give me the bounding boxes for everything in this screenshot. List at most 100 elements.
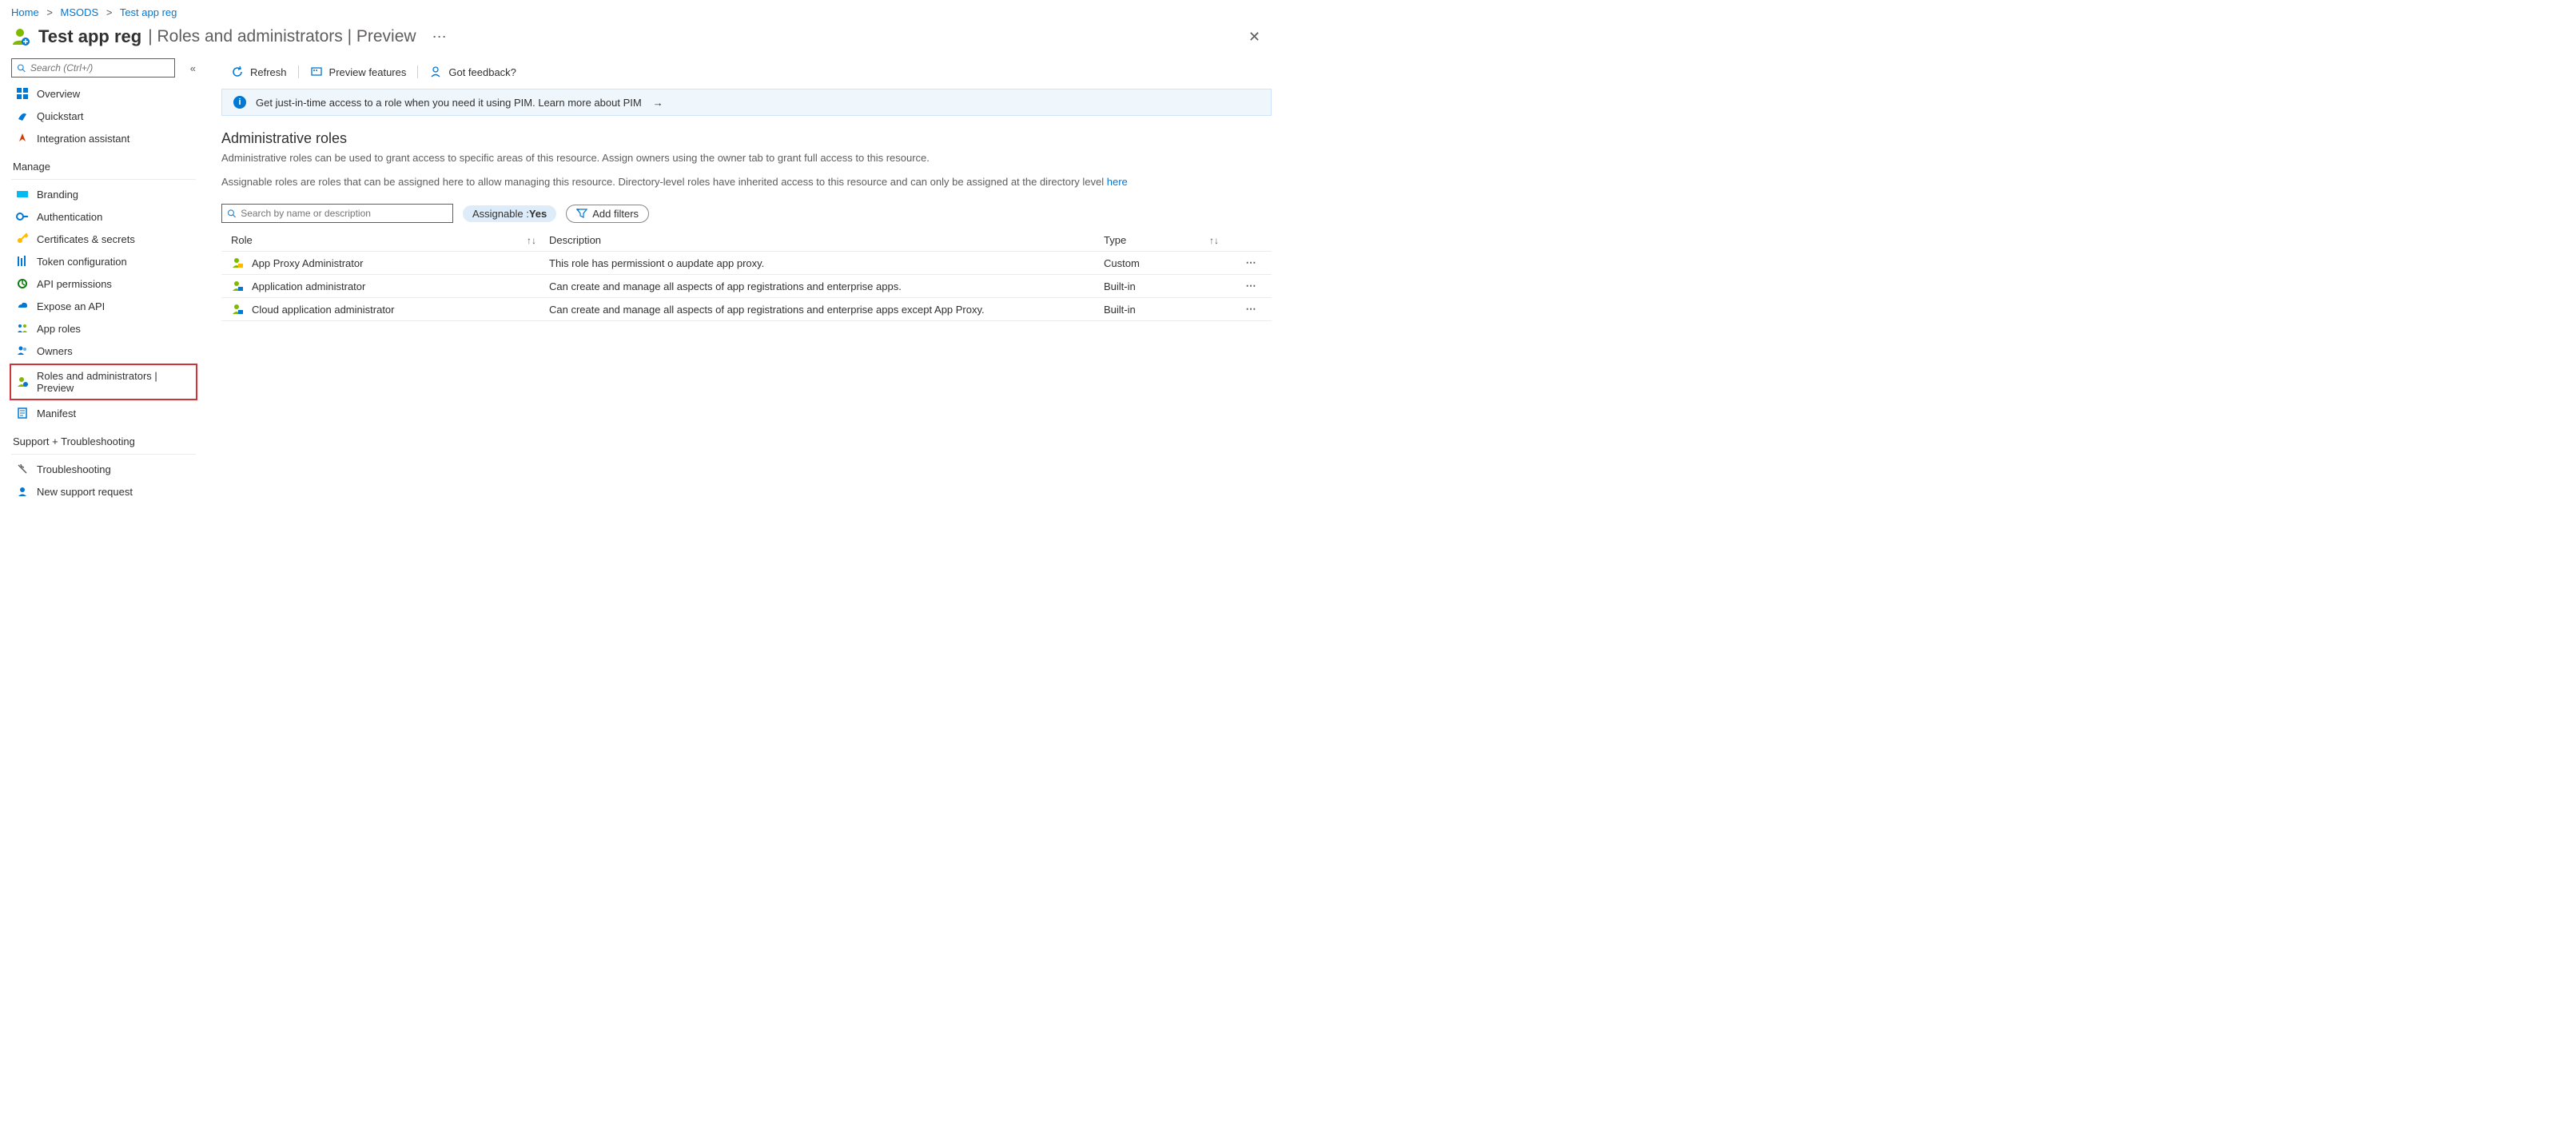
quickstart-icon <box>16 109 29 122</box>
nav-group-manage: Manage <box>11 149 196 176</box>
expose-api-icon <box>16 300 29 312</box>
close-icon[interactable]: ✕ <box>1248 29 1260 46</box>
here-link[interactable]: here <box>1107 176 1128 188</box>
breadcrumb-org[interactable]: MSODS <box>61 6 99 18</box>
nav-label: Token configuration <box>37 256 127 268</box>
nav-label: Integration assistant <box>37 133 129 145</box>
filter-row: Assignable : Yes Add filters <box>221 189 1288 228</box>
nav-label: Expose an API <box>37 300 105 312</box>
section-description-1: Administrative roles can be used to gran… <box>221 150 1288 166</box>
sidebar-item-troubleshooting[interactable]: Troubleshooting <box>11 458 196 480</box>
table-row[interactable]: App Proxy Administrator This role has pe… <box>221 252 1272 275</box>
table-row[interactable]: Cloud application administrator Can crea… <box>221 298 1272 321</box>
sidebar-item-overview[interactable]: Overview <box>11 82 196 105</box>
section-description-2: Assignable roles are roles that can be a… <box>221 174 1288 190</box>
role-description: Can create and manage all aspects of app… <box>549 304 1104 316</box>
owners-icon <box>16 344 29 357</box>
nav-label: Overview <box>37 88 80 100</box>
sort-icon[interactable]: ↑↓ <box>527 235 536 246</box>
sidebar-item-quickstart[interactable]: Quickstart <box>11 105 196 127</box>
sidebar-item-authentication[interactable]: Authentication <box>11 205 196 228</box>
nav-label: Troubleshooting <box>37 463 111 475</box>
nav-label: Quickstart <box>37 110 84 122</box>
role-type: Custom <box>1104 257 1232 269</box>
sidebar-search-input[interactable] <box>30 62 169 74</box>
arrow-right-icon: → <box>653 97 663 109</box>
banner-text: Get just-in-time access to a role when y… <box>256 97 642 109</box>
chevron-right-icon: > <box>106 6 113 18</box>
feedback-button[interactable]: Got feedback? <box>420 63 526 81</box>
nav-label: New support request <box>37 486 133 498</box>
sidebar-item-new-support-request[interactable]: New support request <box>11 480 196 503</box>
role-name[interactable]: App Proxy Administrator <box>252 257 363 269</box>
manifest-icon <box>16 407 29 419</box>
role-icon <box>231 256 244 269</box>
info-icon: i <box>233 96 246 109</box>
role-name[interactable]: Cloud application administrator <box>252 304 394 316</box>
role-name[interactable]: Application administrator <box>252 280 365 292</box>
role-type: Built-in <box>1104 280 1232 292</box>
sidebar-item-branding[interactable]: Branding <box>11 183 196 205</box>
refresh-icon <box>231 66 244 78</box>
add-filters-button[interactable]: Add filters <box>566 205 649 223</box>
divider <box>11 454 196 455</box>
nav-label: Certificates & secrets <box>37 233 135 245</box>
role-search-input[interactable] <box>241 208 448 219</box>
support-request-icon <box>16 485 29 498</box>
sidebar-item-app-roles[interactable]: App roles <box>11 317 196 340</box>
sidebar-item-roles-administrators[interactable]: Roles and administrators | Preview <box>10 364 197 400</box>
info-banner[interactable]: i Get just-in-time access to a role when… <box>221 89 1272 116</box>
overview-icon <box>16 87 29 100</box>
authentication-icon <box>16 210 29 223</box>
search-icon <box>17 63 26 74</box>
breadcrumb-home[interactable]: Home <box>11 6 39 18</box>
preview-features-button[interactable]: Preview features <box>301 63 416 81</box>
nav-label: Branding <box>37 189 78 201</box>
page-subtitle: | Roles and administrators | Preview <box>148 27 416 46</box>
filter-label: Assignable : <box>472 208 529 220</box>
toolbar-label: Preview features <box>329 66 407 78</box>
sidebar-item-owners[interactable]: Owners <box>11 340 196 362</box>
sidebar-item-token-configuration[interactable]: Token configuration <box>11 250 196 272</box>
role-search[interactable] <box>221 204 453 223</box>
toolbar-label: Got feedback? <box>448 66 516 78</box>
sort-icon[interactable]: ↑↓ <box>1209 235 1219 246</box>
row-actions-icon[interactable]: ⋯ <box>1232 303 1272 316</box>
role-icon <box>231 303 244 316</box>
nav-label: Owners <box>37 345 73 357</box>
breadcrumb-app[interactable]: Test app reg <box>120 6 177 18</box>
row-actions-icon[interactable]: ⋯ <box>1232 280 1272 292</box>
roles-admin-icon <box>16 376 29 388</box>
column-type[interactable]: Type <box>1104 234 1126 246</box>
more-icon[interactable]: ⋯ <box>432 29 447 46</box>
divider <box>298 66 299 78</box>
refresh-button[interactable]: Refresh <box>221 63 297 81</box>
branding-icon <box>16 188 29 201</box>
filter-assignable[interactable]: Assignable : Yes <box>463 205 556 222</box>
collapse-sidebar-icon[interactable]: « <box>184 62 196 74</box>
main-content: Refresh Preview features Got feedback? i… <box>204 55 1288 503</box>
nav-label: Manifest <box>37 407 76 419</box>
column-role[interactable]: Role <box>231 234 253 246</box>
nav-group-support: Support + Troubleshooting <box>11 424 196 451</box>
sidebar-item-manifest[interactable]: Manifest <box>11 402 196 424</box>
sidebar-search[interactable] <box>11 58 175 78</box>
toolbar: Refresh Preview features Got feedback? <box>221 55 1288 89</box>
toolbar-label: Refresh <box>250 66 287 78</box>
divider <box>417 66 418 78</box>
role-description: This role has permissiont o aupdate app … <box>549 257 1104 269</box>
table-row[interactable]: Application administrator Can create and… <box>221 275 1272 298</box>
add-filters-label: Add filters <box>592 208 639 220</box>
sidebar-item-certificates-secrets[interactable]: Certificates & secrets <box>11 228 196 250</box>
role-description: Can create and manage all aspects of app… <box>549 280 1104 292</box>
search-icon <box>227 209 237 219</box>
sidebar-item-expose-api[interactable]: Expose an API <box>11 295 196 317</box>
divider <box>11 179 196 180</box>
sidebar-item-integration-assistant[interactable]: Integration assistant <box>11 127 196 149</box>
row-actions-icon[interactable]: ⋯ <box>1232 256 1272 269</box>
key-icon <box>16 233 29 245</box>
section-heading: Administrative roles <box>221 116 1288 150</box>
column-description[interactable]: Description <box>549 234 601 246</box>
sidebar-item-api-permissions[interactable]: API permissions <box>11 272 196 295</box>
breadcrumb: Home > MSODS > Test app reg <box>0 0 1288 25</box>
